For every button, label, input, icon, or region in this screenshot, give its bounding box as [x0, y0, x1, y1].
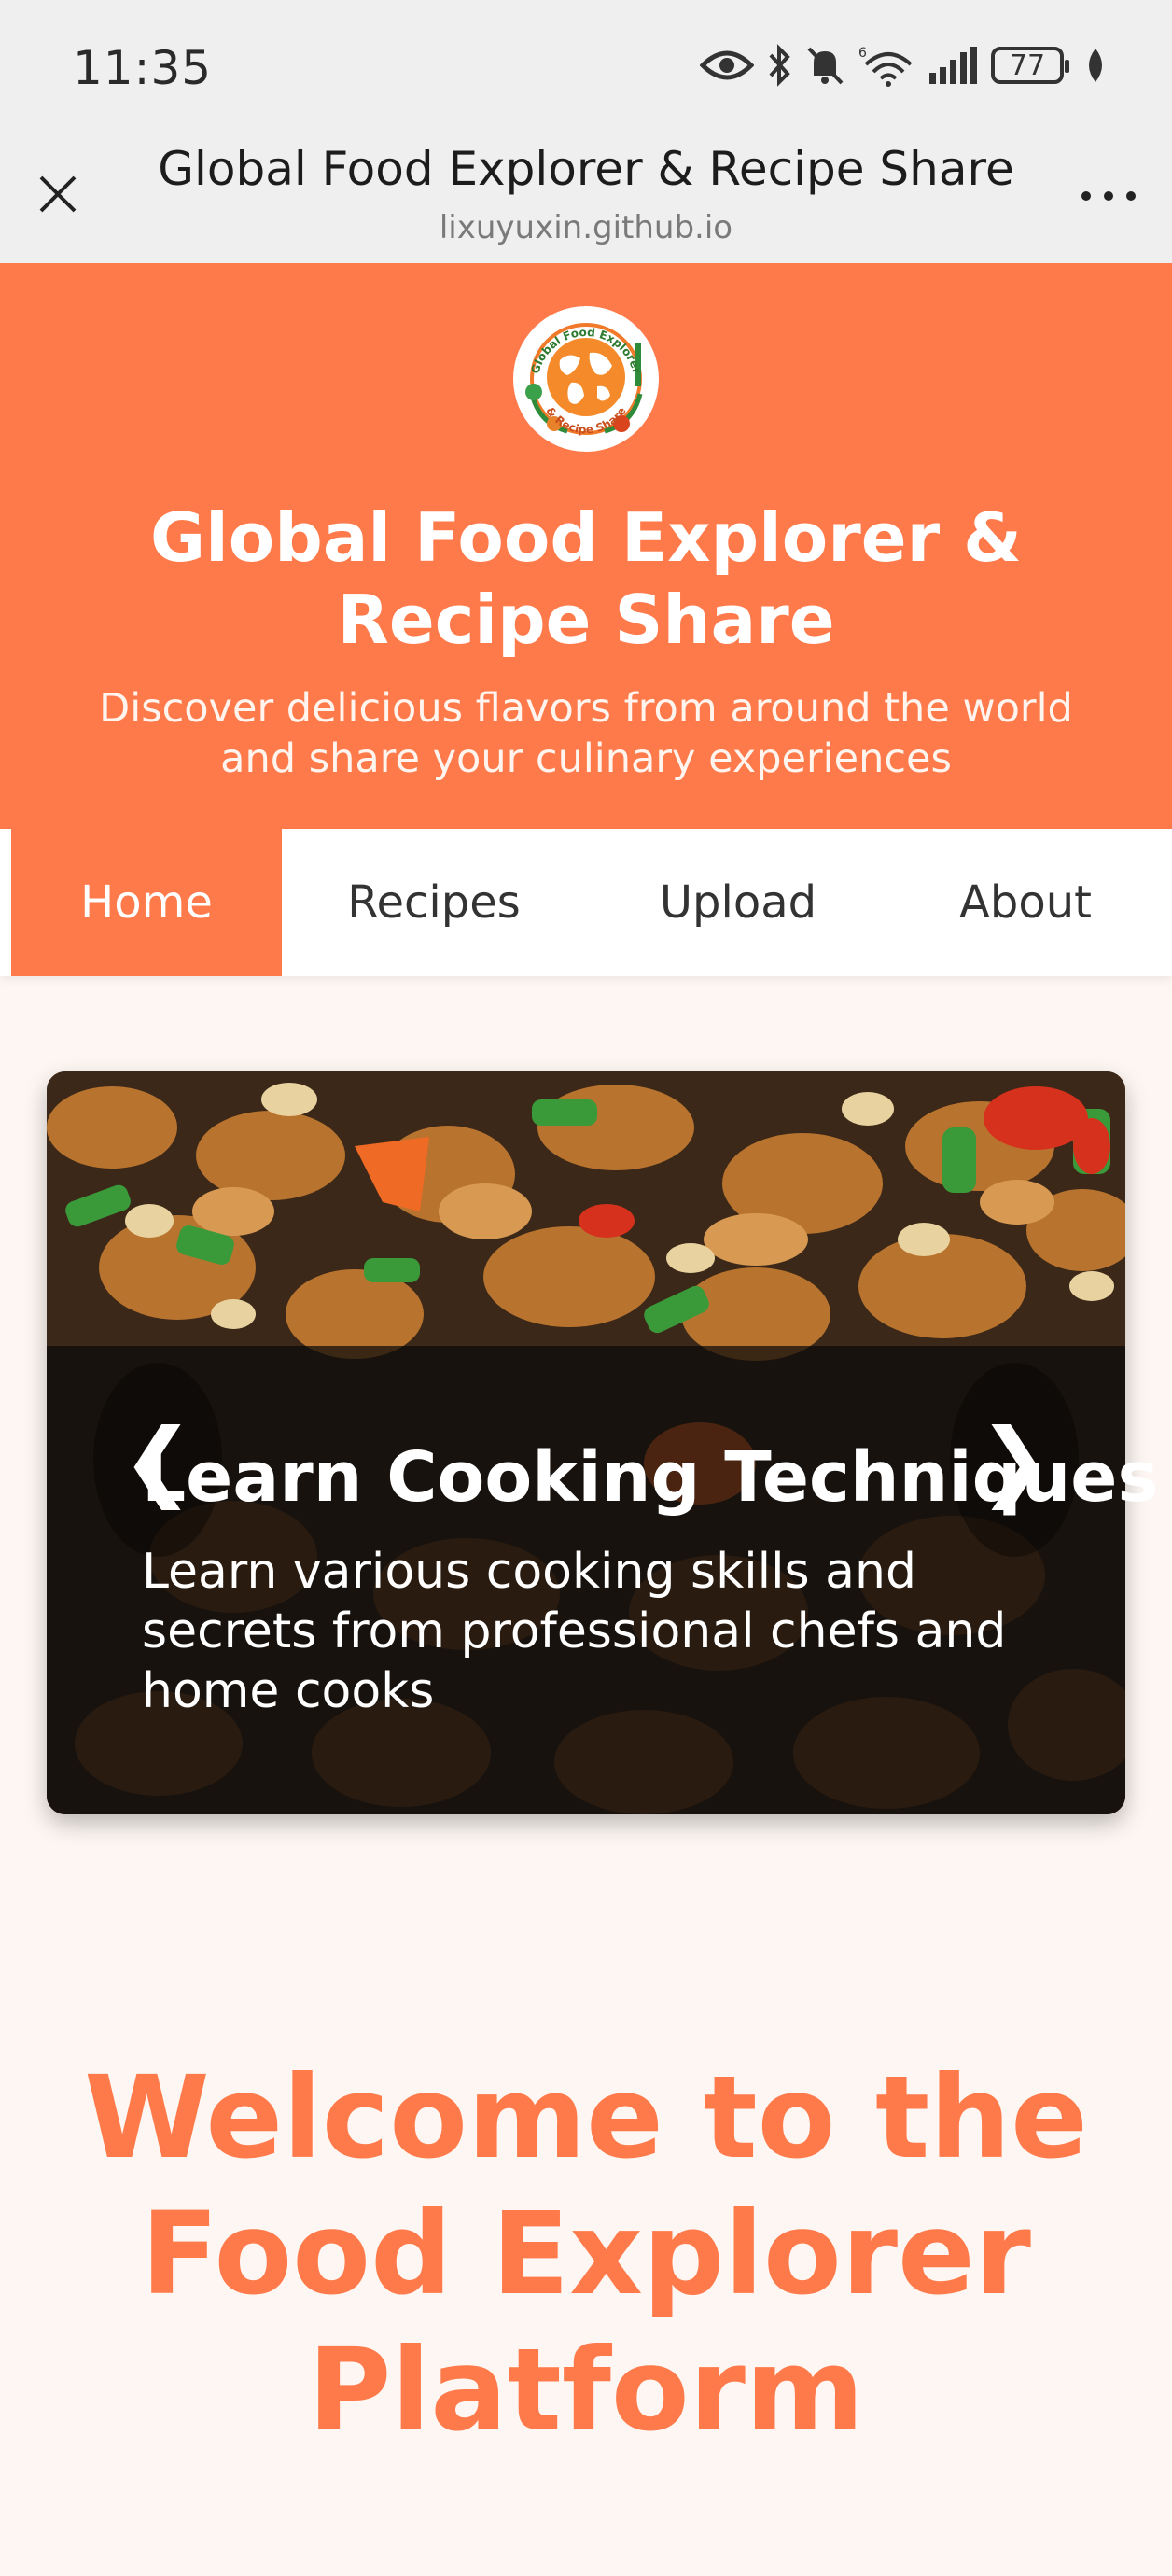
browser-toolbar: Global Food Explorer & Recipe Share lixu… [0, 131, 1172, 263]
mute-icon [804, 44, 845, 87]
nav-home[interactable]: Home [11, 829, 282, 976]
site-logo[interactable]: Global Food Explorer & Recipe Share [511, 304, 661, 454]
wifi-icon: 6 [858, 44, 914, 87]
main-nav: Home Recipes Upload About [0, 829, 1172, 976]
slide-text: Learn various cooking skills and secrets… [142, 1544, 1007, 1719]
browser-page-title: Global Food Explorer & Recipe Share [158, 142, 1014, 196]
status-bar: 11:35 6 77 [0, 0, 1172, 131]
close-icon[interactable] [28, 164, 88, 224]
site-title: Global Food Explorer & Recipe Share [150, 498, 1022, 659]
bluetooth-icon [767, 44, 791, 87]
battery-icon: 77 [991, 47, 1069, 84]
carousel-controls: ❮ ❯ Learn Cooking Techniques Learn vario… [47, 1071, 1159, 1814]
nav-upload[interactable]: Upload [586, 829, 890, 976]
svg-text:6: 6 [858, 46, 867, 61]
welcome-heading: Welcome to the Food Explorer Platform [84, 2051, 1088, 2457]
status-icons: 6 77 [700, 37, 1107, 93]
signal-icon [928, 47, 978, 84]
site-header: Global Food Explorer & Recipe Share Glob… [0, 263, 1172, 829]
leaf-icon [1084, 47, 1107, 84]
nav-recipes[interactable]: Recipes [282, 829, 586, 976]
browser-url: lixuyuxin.github.io [439, 209, 733, 246]
status-time: 11:35 [73, 41, 213, 95]
eye-icon [700, 47, 754, 84]
more-options-icon[interactable] [1073, 177, 1144, 215]
nav-about[interactable]: About [890, 829, 1161, 976]
site-subtitle: Discover delicious flavors from around t… [99, 685, 1073, 782]
slide-title: Learn Cooking Techniques [142, 1437, 1159, 1518]
screen: 11:35 6 77 Global Food Explorer & Recipe… [0, 0, 1172, 2576]
